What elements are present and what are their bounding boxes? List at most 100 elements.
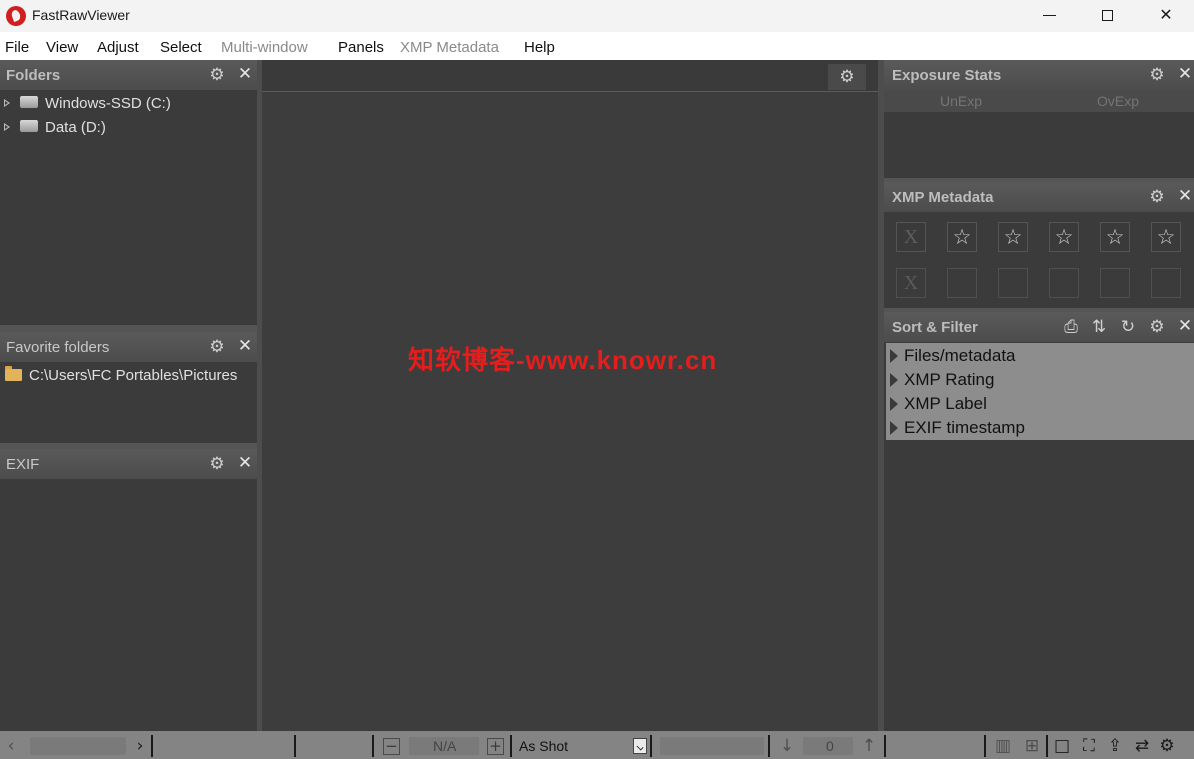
maximize-button[interactable] bbox=[1079, 0, 1137, 32]
xmp-metadata-panel: XMP Metadata ⚙ ✕ X ☆ ☆ ☆ ☆ ☆ X bbox=[884, 182, 1194, 308]
expand-arrow-icon[interactable] bbox=[890, 397, 898, 411]
minimize-button[interactable] bbox=[1021, 0, 1079, 32]
refresh-icon[interactable]: ↻ bbox=[1118, 317, 1138, 337]
star-1-button[interactable]: ☆ bbox=[947, 222, 977, 252]
reject-rating-button[interactable]: X bbox=[896, 222, 926, 252]
status-divider bbox=[884, 735, 886, 757]
menu-xmp-metadata[interactable]: XMP Metadata bbox=[400, 39, 499, 56]
exposure-stats-header: Exposure Stats ⚙ ✕ bbox=[884, 60, 1194, 90]
drive-icon bbox=[20, 96, 38, 108]
close-icon[interactable]: ✕ bbox=[237, 64, 253, 84]
menu-select[interactable]: Select bbox=[160, 39, 202, 56]
label-slot-2[interactable] bbox=[998, 268, 1028, 298]
filter-item-xmp-rating[interactable]: XMP Rating bbox=[886, 368, 1194, 392]
arrow-up-icon[interactable]: ↑ bbox=[858, 736, 880, 756]
navigation-scroll-track[interactable] bbox=[30, 737, 126, 755]
expand-arrow-icon[interactable] bbox=[890, 373, 898, 387]
status-divider bbox=[1046, 735, 1048, 757]
expand-arrow-icon[interactable] bbox=[4, 123, 10, 131]
filter-item-xmp-label[interactable]: XMP Label bbox=[886, 392, 1194, 416]
tree-item-d-drive[interactable]: Data (D:) bbox=[0, 117, 257, 139]
gear-icon[interactable]: ⚙ bbox=[207, 454, 227, 474]
gear-icon[interactable]: ⚙ bbox=[1147, 317, 1167, 337]
grid-view-icon[interactable]: ⊞ bbox=[1021, 736, 1043, 756]
gear-icon[interactable]: ⚙ bbox=[207, 65, 227, 85]
close-window-button[interactable]: ✕ bbox=[1137, 0, 1194, 32]
star-5-button[interactable]: ☆ bbox=[1151, 222, 1181, 252]
menu-adjust[interactable]: Adjust bbox=[97, 39, 139, 56]
status-bar: ‹ › − N/A + As Shot ↓ 0 ↑ ▥ ⊞ □ ⛶ ⇪ ⇄ ⚙ bbox=[0, 731, 1194, 759]
close-icon[interactable]: ✕ bbox=[1177, 186, 1193, 206]
export-icon[interactable]: ⇪ bbox=[1104, 736, 1126, 756]
gear-icon[interactable]: ⚙ bbox=[1147, 187, 1167, 207]
favorite-folders-title: Favorite folders bbox=[6, 339, 110, 356]
search-file-icon[interactable]: ⎙ bbox=[1061, 317, 1081, 337]
image-viewer[interactable]: ⚙ 知软博客-www.knowr.cn bbox=[262, 60, 878, 731]
split-view-icon[interactable]: ▥ bbox=[992, 736, 1014, 756]
single-view-icon[interactable]: □ bbox=[1051, 736, 1073, 756]
arrow-down-icon[interactable]: ↓ bbox=[776, 736, 798, 756]
clear-label-button[interactable]: X bbox=[896, 268, 926, 298]
star-2-button[interactable]: ☆ bbox=[998, 222, 1028, 252]
white-balance-select[interactable]: As Shot bbox=[519, 738, 568, 754]
zoom-out-button[interactable]: − bbox=[383, 738, 400, 755]
label-slot-3[interactable] bbox=[1049, 268, 1079, 298]
status-divider bbox=[984, 735, 986, 757]
status-divider bbox=[768, 735, 770, 757]
filter-item-files-metadata[interactable]: Files/metadata bbox=[886, 344, 1194, 368]
menu-panels[interactable]: Panels bbox=[338, 39, 384, 56]
count-value: 0 bbox=[826, 738, 834, 754]
window-title: FastRawViewer bbox=[32, 7, 130, 23]
expand-arrow-icon[interactable] bbox=[890, 421, 898, 435]
filter-item-exif-timestamp[interactable]: EXIF timestamp bbox=[886, 416, 1194, 440]
menu-help[interactable]: Help bbox=[524, 39, 555, 56]
sort-order-icon[interactable]: ⇅ bbox=[1089, 317, 1109, 337]
menu-view[interactable]: View bbox=[46, 39, 78, 56]
sort-filter-title: Sort & Filter bbox=[892, 319, 978, 336]
expand-arrow-icon[interactable] bbox=[890, 349, 898, 363]
dropdown-arrow-icon[interactable] bbox=[633, 738, 647, 754]
expand-arrow-icon[interactable] bbox=[4, 99, 10, 107]
status-divider bbox=[151, 735, 153, 757]
maximize-icon bbox=[1102, 10, 1113, 21]
menu-file[interactable]: File bbox=[5, 39, 29, 56]
fullscreen-icon[interactable]: ⛶ bbox=[1078, 736, 1100, 756]
close-icon[interactable]: ✕ bbox=[1177, 64, 1193, 84]
gear-icon[interactable]: ⚙ bbox=[207, 337, 227, 357]
exif-panel-title: EXIF bbox=[6, 456, 40, 473]
zoom-in-button[interactable]: + bbox=[487, 738, 504, 755]
filter-item-label: EXIF timestamp bbox=[904, 418, 1025, 437]
gear-icon[interactable]: ⚙ bbox=[1156, 736, 1178, 756]
label-slot-4[interactable] bbox=[1100, 268, 1130, 298]
minimize-icon bbox=[1043, 15, 1056, 16]
viewer-settings-button[interactable]: ⚙ bbox=[828, 64, 866, 90]
favorite-folders-panel: Favorite folders ⚙ ✕ C:\Users\FC Portabl… bbox=[0, 332, 257, 443]
xmp-metadata-header: XMP Metadata ⚙ ✕ bbox=[884, 182, 1194, 212]
status-field bbox=[660, 737, 764, 755]
label-slot-5[interactable] bbox=[1151, 268, 1181, 298]
swap-icon[interactable]: ⇄ bbox=[1131, 736, 1153, 756]
status-divider bbox=[294, 735, 296, 757]
tree-item-c-drive[interactable]: Windows-SSD (C:) bbox=[0, 93, 257, 115]
app-logo-icon bbox=[6, 6, 26, 26]
unexp-column: UnExp bbox=[940, 93, 983, 109]
favorite-folder-label: C:\Users\FC Portables\Pictures bbox=[29, 367, 238, 384]
close-icon[interactable]: ✕ bbox=[1177, 316, 1193, 336]
tree-item-label: Data (D:) bbox=[45, 119, 106, 136]
menu-multi-window[interactable]: Multi-window bbox=[221, 39, 308, 56]
status-divider bbox=[510, 735, 512, 757]
gear-icon[interactable]: ⚙ bbox=[1147, 65, 1167, 85]
chevron-left-icon[interactable]: ‹ bbox=[0, 736, 22, 756]
label-slot-1[interactable] bbox=[947, 268, 977, 298]
star-4-button[interactable]: ☆ bbox=[1100, 222, 1130, 252]
panel-splitter[interactable] bbox=[0, 325, 257, 332]
exposure-stats-title: Exposure Stats bbox=[892, 67, 1002, 84]
chevron-right-icon[interactable]: › bbox=[129, 736, 151, 756]
sort-filter-list: Files/metadata XMP Rating XMP Label EXIF… bbox=[886, 343, 1194, 440]
favorite-folder-item[interactable]: C:\Users\FC Portables\Pictures bbox=[0, 364, 257, 386]
close-icon[interactable]: ✕ bbox=[237, 453, 253, 473]
xmp-metadata-title: XMP Metadata bbox=[892, 189, 994, 206]
close-icon[interactable]: ✕ bbox=[237, 336, 253, 356]
star-3-button[interactable]: ☆ bbox=[1049, 222, 1079, 252]
exif-panel: EXIF ⚙ ✕ bbox=[0, 449, 257, 731]
